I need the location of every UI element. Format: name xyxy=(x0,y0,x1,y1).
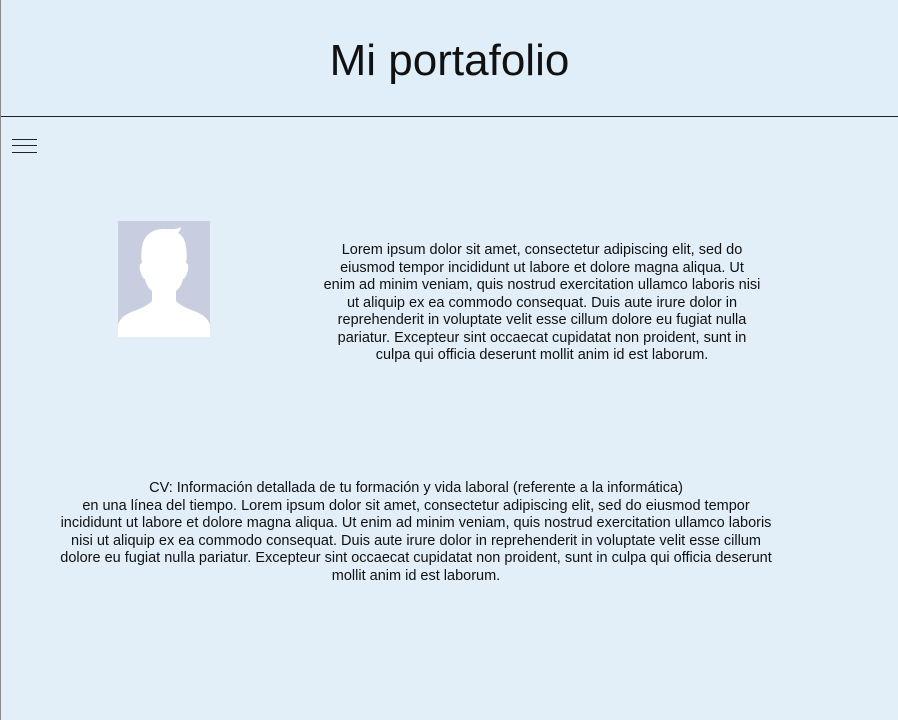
cv-section: CV: Información detallada de tu formació… xyxy=(53,480,779,585)
cv-body: en una línea del tiempo. Lorem ipsum dol… xyxy=(60,497,772,584)
hamburger-menu-icon[interactable] xyxy=(12,139,37,155)
menu-line-top xyxy=(12,139,37,140)
person-silhouette-icon xyxy=(118,227,210,337)
menu-line-bottom xyxy=(12,152,37,153)
menu-line-middle xyxy=(12,145,37,146)
page-title: Mi portafolio xyxy=(329,36,570,85)
page-header: Mi portafolio xyxy=(1,0,898,118)
header-divider xyxy=(1,116,898,117)
avatar xyxy=(118,221,210,337)
cv-heading: CV: Información detallada de tu formació… xyxy=(149,480,683,496)
intro-text: Lorem ipsum dolor sit amet, consectetur … xyxy=(323,242,761,363)
page: Mi portafolio Lorem ipsum dolor sit amet… xyxy=(0,0,898,720)
